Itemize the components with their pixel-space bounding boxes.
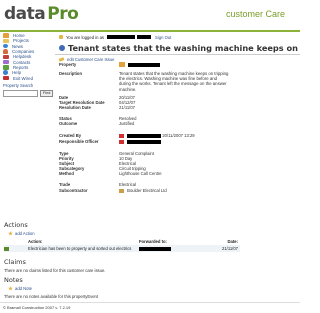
description-label: Description: [59, 71, 83, 76]
actions-heading: Actions: [4, 221, 28, 229]
redacted-officer: [127, 139, 162, 144]
sidebar-item-label: Exit Wired: [13, 75, 34, 81]
question-icon: [3, 70, 8, 75]
action-text: Electrician has been to property and sor…: [28, 246, 132, 251]
logo-text-pro: Pro: [47, 4, 79, 24]
sidebar-item-exit[interactable]: Exit Wired: [3, 75, 54, 81]
sidebar-item-label: Reports: [13, 64, 29, 70]
user-icon: [119, 133, 124, 138]
user-icon: [119, 139, 124, 144]
date-cell: 21/11/07: [222, 246, 238, 251]
header: data Pro customer Care: [0, 0, 300, 30]
logo[interactable]: data Pro: [4, 4, 79, 24]
notes-heading: Notes: [4, 276, 23, 284]
footer: © Bramall Construction 2007 v. 7.2.19: [0, 302, 300, 313]
property-label: Property: [59, 62, 77, 67]
trade-row: Trade Electrical: [59, 182, 299, 187]
pencil-icon: [58, 56, 65, 62]
property-search-label: Property Search: [3, 82, 34, 88]
sidebar-item-label: News: [12, 43, 23, 49]
star-icon: [8, 231, 13, 236]
property-row: Property: [59, 62, 299, 68]
property-value: [119, 62, 299, 68]
star-icon: [8, 286, 13, 291]
sign-out-link[interactable]: Sign Out: [155, 35, 171, 40]
outcome-row: Outcome Justified: [59, 121, 299, 126]
issue-title-bar: Tenant states that the washing machine k…: [55, 42, 300, 55]
issue-icon: [59, 45, 65, 51]
add-note-link[interactable]: add Note: [8, 286, 32, 291]
claims-empty-text: There are no claims listed for this cust…: [4, 268, 106, 273]
property-search-input[interactable]: [3, 89, 38, 97]
globe-icon: [3, 43, 8, 49]
phone-icon: [3, 59, 9, 65]
trade-value: Electrical: [119, 182, 136, 187]
redacted-address: [128, 62, 161, 67]
lock-icon: [59, 35, 63, 39]
subcontractor-label: Subcontractor: [59, 188, 88, 193]
main-content: You are logged in as Sign Out Tenant sta…: [55, 32, 300, 63]
officer-row: Responsible Officer: [59, 139, 299, 144]
resolution-date-label: Resolution Date: [59, 105, 91, 110]
redacted-creator: [127, 133, 162, 138]
login-text: You are logged in as: [66, 34, 105, 40]
chart-icon: [3, 65, 9, 70]
add-action-label: add Action: [15, 231, 35, 236]
sidebar-item-label: Contacts: [13, 59, 31, 65]
section-tag: customer Care: [225, 9, 285, 19]
resolution-date-row: Resolution Date 21/11/07: [59, 105, 299, 110]
footer-text: © Bramall Construction 2007 v. 7.2.19: [3, 305, 71, 310]
sidebar-item-label: Companies: [12, 49, 35, 55]
subcontractor-row: Subcontractor Boulder Electrical Ltd: [59, 188, 299, 193]
helpdesk-icon: [3, 54, 9, 60]
subcontractor-link[interactable]: Boulder Electrical Ltd: [127, 188, 167, 193]
created-by-row: Created By 20/11/2007 13:29: [59, 133, 299, 138]
sidebar-item-label: Home: [13, 33, 25, 39]
exit-icon: [3, 75, 9, 81]
find-button[interactable]: Find: [40, 89, 54, 97]
description-row: Description Tenant states that the washi…: [59, 71, 299, 92]
add-note-label: add Note: [15, 286, 32, 291]
description-value: Tenant states that the washing machine k…: [119, 71, 229, 92]
people-icon: [3, 49, 8, 54]
officer-value: [119, 139, 299, 144]
redacted-field: [137, 35, 152, 39]
edit-issue-label: edit Customer Care Issue: [67, 56, 115, 62]
created-by-label: Created By: [59, 133, 82, 138]
method-value: Lighthouse Call Centre: [119, 171, 162, 176]
notes-empty-text: There are no notes available for this pr…: [4, 294, 99, 299]
claims-heading: Claims: [4, 258, 26, 266]
resolution-date-value: 21/11/07: [119, 105, 135, 110]
created-timestamp: 20/11/2007 13:29: [162, 133, 195, 138]
company-icon: [119, 188, 124, 193]
sidebar-item-label: Projects: [13, 38, 29, 44]
table-row[interactable]: Electrician has been to property and sor…: [4, 245, 240, 252]
created-by-value: 20/11/2007 13:29: [119, 133, 299, 138]
house-icon: [119, 62, 125, 68]
redacted-forwarded: [139, 246, 171, 251]
subcontractor-value[interactable]: Boulder Electrical Ltd: [119, 188, 299, 193]
method-label: Method: [59, 171, 74, 176]
folder-icon: [3, 38, 9, 44]
forwarded-cell: [139, 246, 209, 251]
method-row: Method Lighthouse Call Centre: [59, 171, 299, 176]
redacted-username: [107, 35, 136, 39]
sidebar-item-label: Help: [12, 70, 22, 76]
login-bar: You are logged in as Sign Out: [55, 32, 300, 42]
add-action-link[interactable]: add Action: [8, 231, 35, 236]
trade-label: Trade: [59, 182, 71, 187]
action-icon: [4, 247, 9, 251]
home-icon: [3, 33, 9, 38]
sidebar-item-label: Helpdesk: [13, 54, 32, 60]
logo-text-data: data: [4, 4, 46, 24]
property-search: Find: [3, 89, 54, 97]
page-title: Tenant states that the washing machine k…: [68, 43, 300, 53]
officer-label: Responsible Officer: [59, 139, 99, 144]
outcome-value: Justified: [119, 121, 135, 126]
page: data Pro customer Care Home Projects New…: [0, 0, 300, 313]
action-cell: Electrician has been to property and sor…: [4, 246, 139, 251]
outcome-label: Outcome: [59, 121, 78, 126]
